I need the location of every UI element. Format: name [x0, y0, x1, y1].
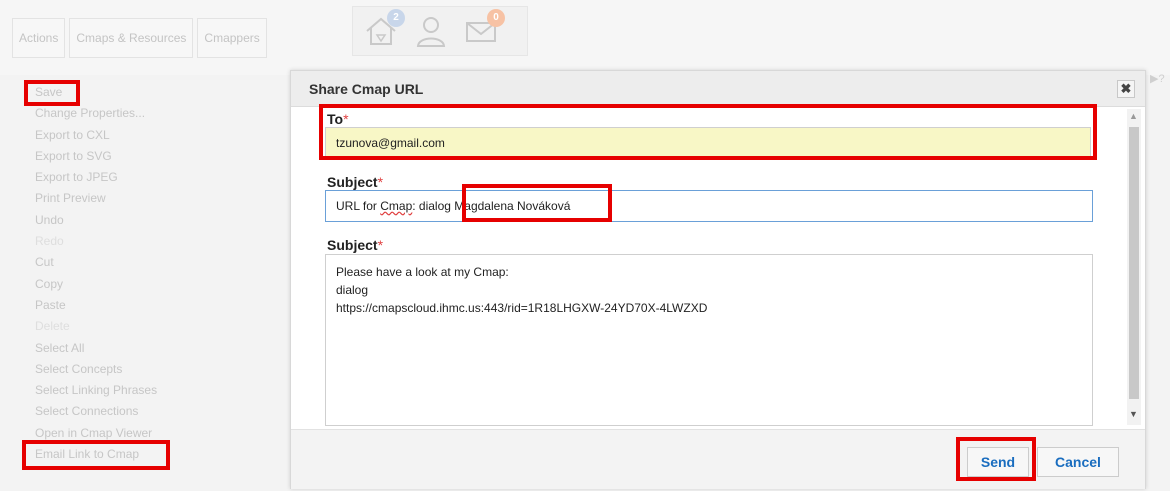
message-line: dialog — [336, 283, 369, 297]
menu-item-copy[interactable]: Copy — [24, 274, 224, 295]
close-icon[interactable]: ✖ — [1117, 80, 1135, 98]
dialog-title: Share Cmap URL — [309, 81, 424, 97]
message-body[interactable]: Please have a look at my Cmap: dialog ht… — [325, 254, 1093, 426]
top-icon-bar: 2 0 — [352, 6, 528, 56]
highlight-name — [462, 184, 612, 222]
dialog-header: Share Cmap URL ✖ — [291, 71, 1145, 107]
highlight-save — [24, 80, 80, 106]
subject-label: Subject* — [327, 174, 383, 190]
menu-item-undo[interactable]: Undo — [24, 210, 224, 231]
scroll-up-icon[interactable]: ▲ — [1129, 111, 1138, 121]
subject-field[interactable]: URL for Cmap: dialog Magdalena Nováková — [325, 190, 1093, 222]
message-line: Please have a look at my Cmap: — [336, 265, 509, 279]
help-icon[interactable]: ▶? — [1150, 72, 1170, 90]
menu-item-paste[interactable]: Paste — [24, 295, 224, 316]
highlight-send — [956, 437, 1036, 481]
menu-item-export-svg[interactable]: Export to SVG — [24, 146, 224, 167]
scroll-thumb[interactable] — [1129, 127, 1139, 399]
menu-item-select-concepts[interactable]: Select Concepts — [24, 359, 224, 380]
tab-cmaps-resources[interactable]: Cmaps & Resources — [69, 18, 194, 58]
menu-item-delete: Delete — [35, 319, 70, 334]
mail-badge: 0 — [487, 9, 505, 27]
cancel-button[interactable]: Cancel — [1037, 447, 1119, 477]
home-badge: 2 — [387, 9, 405, 27]
scroll-down-icon[interactable]: ▼ — [1129, 409, 1138, 419]
highlight-email-link — [22, 440, 170, 470]
required-mark: * — [377, 237, 384, 253]
menu-item-select-all[interactable]: Select All — [24, 338, 224, 359]
mail-icon[interactable]: 0 — [463, 9, 505, 49]
tab-actions[interactable]: Actions — [12, 18, 66, 58]
top-bar: Actions Cmaps & Resources Cmappers 2 0 — [0, 0, 1170, 75]
highlight-to-field — [319, 104, 1097, 160]
menu-item-export-jpeg[interactable]: Export to JPEG — [24, 167, 224, 188]
subject-prefix: URL for — [336, 199, 381, 213]
body-label-text: Subject — [327, 237, 378, 253]
main-tabs: Actions Cmaps & Resources Cmappers — [12, 18, 267, 58]
subject-cmap-word: Cmap — [380, 199, 413, 213]
required-mark: * — [377, 174, 384, 190]
tab-cmappers[interactable]: Cmappers — [197, 18, 267, 58]
menu-item-cut[interactable]: Cut — [24, 252, 224, 273]
menu-item-select-linking-phrases[interactable]: Select Linking Phrases — [24, 380, 224, 401]
subject-rest: : dialog — [412, 199, 451, 213]
menu-item-change-properties[interactable]: Change Properties... — [24, 103, 224, 124]
body-label: Subject* — [327, 237, 383, 253]
menu-item-export-cxl[interactable]: Export to CXL — [24, 125, 224, 146]
message-line: https://cmapscloud.ihmc.us:443/rid=1R18L… — [336, 301, 708, 315]
actions-menu: Save Change Properties... Export to CXL … — [24, 82, 224, 465]
subject-label-text: Subject — [327, 174, 378, 190]
user-icon[interactable] — [413, 13, 449, 49]
menu-item-print-preview[interactable]: Print Preview — [24, 188, 224, 209]
menu-item-select-connections[interactable]: Select Connections — [24, 401, 224, 422]
home-icon[interactable]: 2 — [363, 9, 405, 49]
menu-item-redo: Redo — [35, 234, 64, 249]
dialog-scrollbar[interactable]: ▲ ▼ — [1127, 109, 1141, 425]
